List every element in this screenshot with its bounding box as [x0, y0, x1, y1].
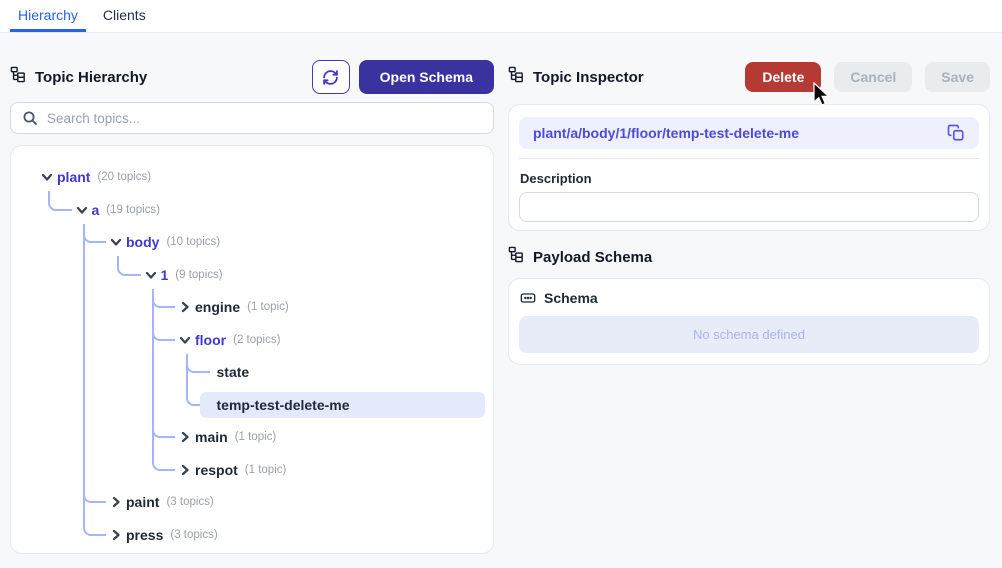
chevron-right-icon[interactable]	[110, 496, 122, 508]
tree-node-body[interactable]: body (10 topics)	[96, 229, 220, 255]
tree-node-label: press	[126, 526, 164, 543]
tree-node-temp-test-delete-me[interactable]: temp-test-delete-me	[199, 391, 485, 418]
left-panel-header: Topic Hierarchy Open Schema	[10, 59, 494, 95]
tree-node-count: (9 topics)	[175, 268, 223, 281]
tree-node-label: floor	[195, 331, 227, 348]
tree-node-press[interactable]: press (3 topics)	[96, 522, 218, 548]
tree-node-count: (3 topics)	[166, 496, 214, 508]
tab-clients[interactable]: Clients	[95, 0, 154, 32]
tree-node-floor[interactable]: floor (2 topics)	[165, 327, 280, 353]
hierarchy-icon	[508, 66, 525, 88]
tree-node-paint[interactable]: paint (3 topics)	[96, 489, 214, 515]
tree-node-label: a	[91, 201, 100, 218]
search-box	[10, 102, 494, 134]
chevron-right-icon[interactable]	[179, 431, 191, 443]
chevron-down-icon[interactable]	[110, 236, 122, 248]
search-icon	[22, 110, 38, 126]
tree-node-label: main	[195, 429, 228, 445]
chevron-down-icon[interactable]	[145, 269, 157, 281]
chevron-down-icon[interactable]	[76, 204, 88, 216]
tree-node-label: plant	[57, 169, 91, 185]
tree-node-count: (10 topics)	[166, 236, 221, 248]
cancel-button[interactable]: Cancel	[834, 62, 913, 92]
tree-node-count: (20 topics)	[97, 171, 152, 183]
tree-node-label: paint	[126, 494, 160, 510]
tree-node-state[interactable]: state	[200, 359, 250, 385]
tree-node-label: engine	[195, 299, 241, 315]
copy-button[interactable]	[947, 124, 965, 142]
tree-node-1[interactable]: 1 (9 topics)	[131, 262, 223, 288]
schema-label: Schema	[544, 290, 598, 306]
refresh-icon	[322, 69, 339, 86]
payload-schema-header: Payload Schema	[508, 246, 652, 268]
chevron-down-icon[interactable]	[179, 334, 191, 346]
tree-node-main[interactable]: main (1 topic)	[165, 424, 276, 450]
left-panel-title: Topic Hierarchy	[35, 68, 148, 86]
right-panel-title: Topic Inspector	[533, 68, 644, 86]
chevron-right-icon[interactable]	[110, 529, 122, 541]
tree-node-count: (1 topic)	[247, 301, 289, 313]
tree-node-label: state	[216, 364, 250, 380]
topic-inspector-card: plant/a/body/1/floor/temp-test-delete-me…	[508, 104, 990, 231]
tree-node-label: body	[126, 234, 160, 250]
chevron-right-icon[interactable]	[179, 464, 191, 476]
schema-icon	[520, 290, 536, 306]
tree-connector	[82, 223, 106, 503]
no-schema-message: No schema defined	[519, 316, 979, 353]
tree-node-label: temp-test-delete-me	[216, 396, 350, 413]
tree-node-count: (2 topics)	[233, 333, 281, 346]
tree-node-count: (1 topic)	[234, 431, 277, 443]
open-schema-button[interactable]: Open Schema	[358, 60, 494, 94]
search-input[interactable]	[47, 110, 482, 126]
tab-hierarchy[interactable]: Hierarchy	[10, 0, 86, 32]
hierarchy-icon	[508, 246, 525, 268]
tree-node-label: respot	[195, 461, 238, 478]
refresh-button[interactable]	[311, 60, 350, 94]
tree-node-count: (1 topic)	[244, 463, 287, 476]
tree-node-label: 1	[160, 266, 169, 283]
topic-path: plant/a/body/1/floor/temp-test-delete-me	[533, 125, 800, 141]
hierarchy-icon	[10, 66, 27, 88]
divider	[519, 158, 979, 159]
description-label: Description	[520, 171, 592, 186]
tree-node-count: (3 topics)	[170, 528, 218, 541]
description-input[interactable]	[519, 192, 979, 222]
schema-card: Schema No schema defined	[508, 278, 990, 365]
tree-node-respot[interactable]: respot (1 topic)	[165, 457, 286, 483]
tree-node-plant[interactable]: plant (20 topics)	[27, 164, 151, 190]
tree-node-count: (19 topics)	[106, 203, 160, 216]
chevron-right-icon[interactable]	[179, 301, 191, 313]
payload-schema-title: Payload Schema	[533, 248, 653, 266]
right-panel-header: Topic Inspector Delete Cancel Save	[508, 61, 990, 93]
chevron-down-icon[interactable]	[41, 171, 53, 183]
delete-button[interactable]: Delete	[745, 62, 822, 92]
tabbar: Hierarchy Clients	[0, 0, 1002, 33]
copy-icon	[947, 124, 965, 142]
topic-tree: plant (20 topics) a (19 topics) body (10 topi…	[10, 145, 494, 554]
tree-node-a[interactable]: a (19 topics)	[62, 197, 160, 223]
tree-node-engine[interactable]: engine (1 topic)	[165, 294, 289, 320]
topic-path-pill: plant/a/body/1/floor/temp-test-delete-me	[519, 117, 979, 149]
save-button[interactable]: Save	[925, 62, 990, 92]
